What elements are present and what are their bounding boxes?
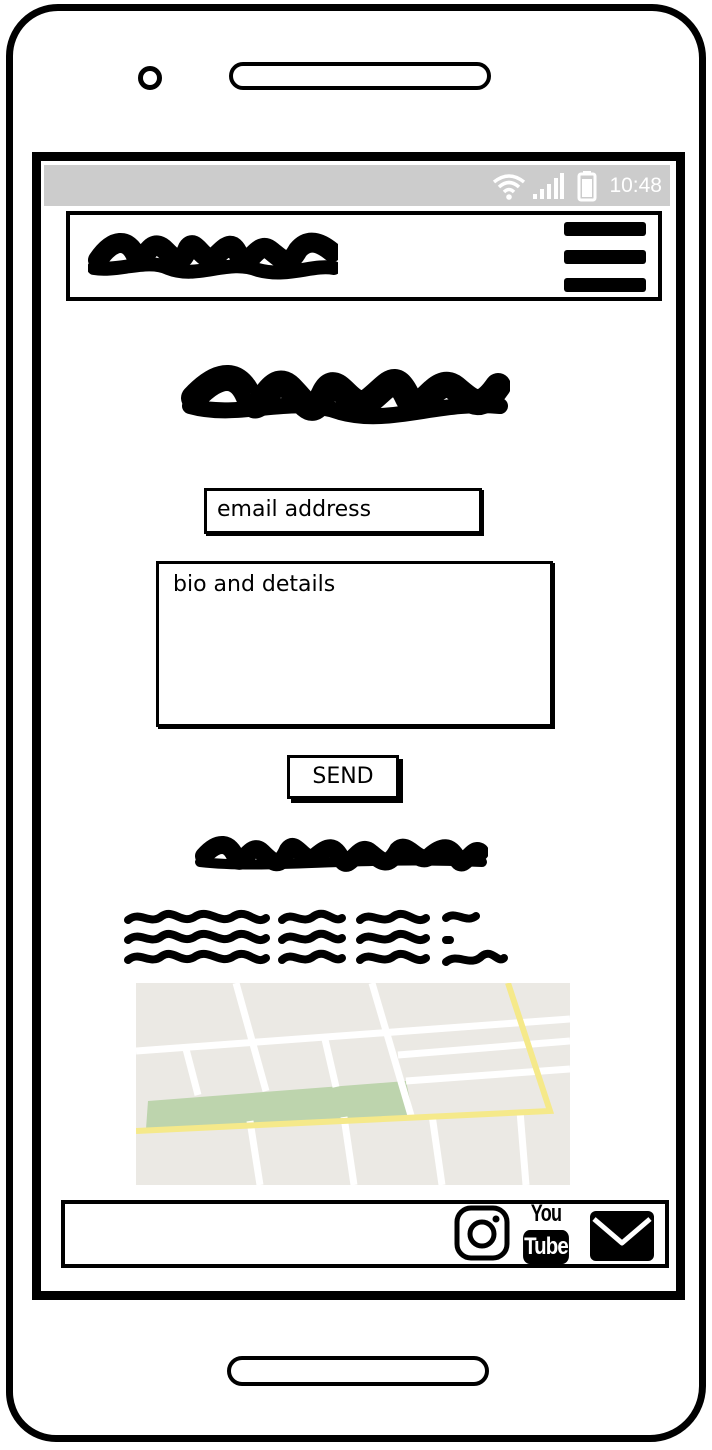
- map-graphic: [136, 983, 570, 1185]
- status-time: 10:48: [609, 174, 662, 197]
- home-slot: [227, 1356, 489, 1386]
- send-button[interactable]: SEND: [287, 755, 399, 799]
- speaker-slot: [229, 62, 491, 90]
- subheading-scribble: [195, 836, 488, 872]
- title-scribble: [181, 365, 510, 425]
- email-field[interactable]: email address: [204, 488, 482, 534]
- paragraph-scribble: [124, 909, 508, 966]
- footer-bar: [61, 1200, 669, 1268]
- logo-scribble: [88, 232, 338, 280]
- youtube-icon-top: You: [530, 1200, 562, 1227]
- signal-icon: [533, 173, 564, 199]
- bio-textarea[interactable]: bio and details: [156, 561, 553, 727]
- wifi-icon: [492, 174, 526, 200]
- status-bar: 10:48: [44, 165, 670, 206]
- camera-icon: [138, 66, 162, 90]
- youtube-icon-bottom: Tube: [523, 1230, 569, 1264]
- map-view[interactable]: [136, 983, 570, 1185]
- instagram-icon[interactable]: [454, 1205, 510, 1261]
- hamburger-menu-icon[interactable]: [562, 218, 648, 294]
- mail-icon[interactable]: [588, 1209, 656, 1263]
- battery-icon: [577, 171, 597, 202]
